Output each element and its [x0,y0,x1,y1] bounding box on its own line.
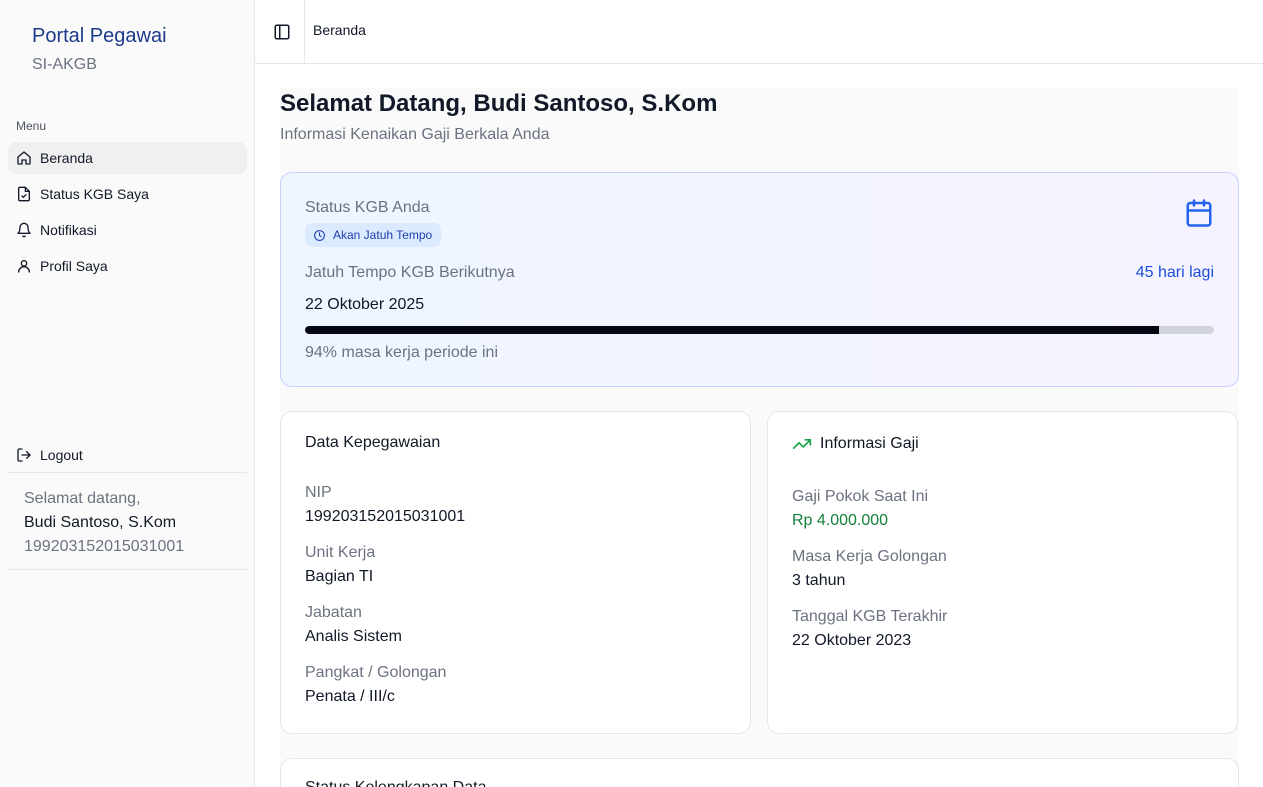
sidebar-item-beranda[interactable]: Beranda [8,142,247,174]
status-badge-label: Akan Jatuh Tempo [333,228,433,242]
brand-title: Portal Pegawai [32,25,167,47]
salary-card-header: Informasi Gaji [792,434,919,454]
status-badge: Akan Jatuh Tempo [305,223,442,247]
sidebar-item-label: Beranda [40,150,93,166]
due-days: 45 hari lagi [1135,264,1214,281]
topbar: Beranda [255,0,1263,64]
field-label: Jabatan [305,604,362,621]
golongan-value: Penata / III/c [305,688,395,705]
field-label: Gaji Pokok Saat Ini [792,488,929,505]
progress-fill [305,326,1160,334]
field-label: Masa Kerja Golongan [792,548,947,565]
salary-card: Informasi Gaji Gaji Pokok Saat Ini Rp 4.… [767,411,1238,734]
unit-kerja-value: Bagian TI [305,568,374,585]
bell-icon [17,222,31,238]
calendar-icon [1186,199,1212,227]
salary-value: Rp 4.000.000 [792,512,889,529]
user-name: Budi Santoso, S.Kom [24,514,177,531]
user-nip: 199203152015031001 [24,538,185,555]
trending-up-icon [792,439,812,449]
field-label: Tanggal KGB Terakhir [792,608,948,625]
logout-button[interactable]: Logout [8,439,247,471]
employment-card-title: Data Kepegawaian [305,434,441,451]
data-completeness-title: Status Kelengkapan Data [305,779,486,787]
employment-card: Data Kepegawaian NIP 199203152015031001 … [280,411,751,734]
status-label: Status KGB Anda [305,199,430,216]
sidebar-item-profil[interactable]: Profil Saya [8,250,247,282]
user-icon [18,260,30,273]
field-label: Pangkat / Golongan [305,664,447,681]
user-info: Selamat datang, Budi Santoso, S.Kom 1992… [8,472,247,570]
clock-icon [314,229,325,241]
nip-value: 199203152015031001 [305,508,466,525]
due-label: Jatuh Tempo KGB Berikutnya [305,264,515,281]
sidebar-item-label: Status KGB Saya [40,186,149,202]
user-greeting: Selamat datang, [24,490,141,507]
jabatan-value: Analis Sistem [305,628,402,645]
sidebar-item-notifikasi[interactable]: Notifikasi [8,214,247,246]
sidebar-item-label: Profil Saya [40,258,108,274]
page-title: Selamat Datang, Budi Santoso, S.Kom [280,90,718,117]
topbar-divider [304,0,305,64]
main-content: Selamat Datang, Budi Santoso, S.Kom Info… [280,88,1239,787]
page-subtitle: Informasi Kenaikan Gaji Berkala Anda [280,126,550,143]
progress-bar [305,326,1214,334]
sidebar: Portal Pegawai SI-AKGB Menu Beranda Stat… [0,0,255,787]
menu-label: Menu [16,119,47,133]
due-date: 22 Oktober 2025 [305,296,425,313]
logout-label: Logout [40,447,83,463]
file-check-icon [18,186,30,202]
home-icon [17,151,31,165]
logout-icon [17,448,31,462]
field-label: Unit Kerja [305,544,376,561]
progress-text: 94% masa kerja periode ini [305,344,498,361]
masa-kerja-value: 3 tahun [792,572,846,589]
last-kgb-date-value: 22 Oktober 2023 [792,632,912,649]
breadcrumb: Beranda [313,22,366,38]
sidebar-toggle-icon[interactable] [273,23,291,41]
data-completeness-card: Status Kelengkapan Data [280,758,1239,787]
sidebar-item-status-kgb[interactable]: Status KGB Saya [8,178,247,210]
field-label: NIP [305,484,332,501]
sidebar-item-label: Notifikasi [40,222,97,238]
brand-subtitle: SI-AKGB [32,56,97,73]
salary-card-title: Informasi Gaji [820,435,919,452]
kgb-status-card: Status KGB Anda Akan Jatuh Tempo Jatuh T… [280,172,1239,387]
sidebar-nav: Beranda Status KGB Saya Notifikasi Profi… [8,142,247,286]
